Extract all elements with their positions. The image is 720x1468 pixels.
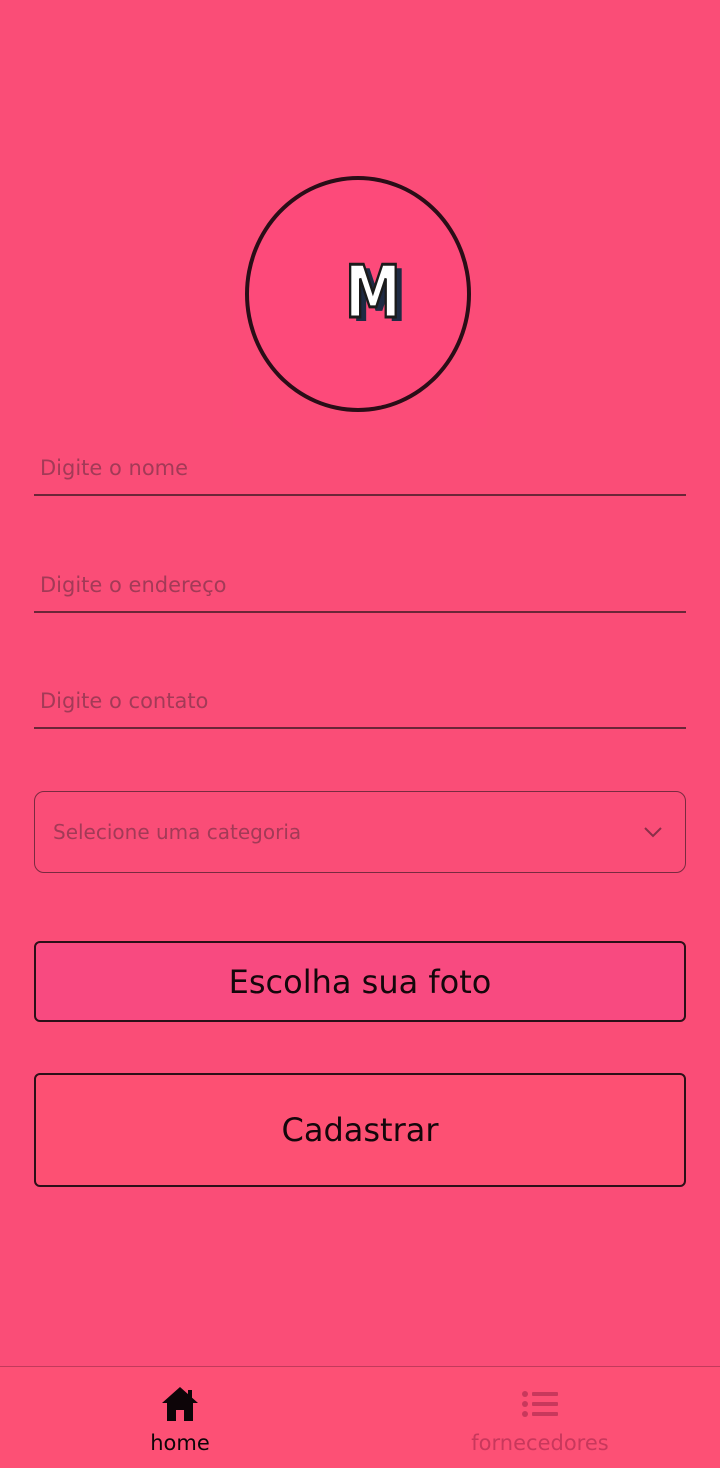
category-select-placeholder: Selecione uma categoria [53,820,302,844]
choose-photo-button[interactable]: Escolha sua foto [34,941,686,1022]
tab-home[interactable]: home [0,1367,360,1468]
logo-circle: M M [245,176,471,412]
tab-fornecedores-label: fornecedores [471,1431,609,1455]
submit-button[interactable]: Cadastrar [34,1073,686,1187]
list-icon [522,1391,558,1417]
address-input[interactable] [34,573,686,613]
tab-home-label: home [150,1431,210,1455]
tab-fornecedores[interactable]: fornecedores [360,1367,720,1468]
home-icon [162,1387,198,1421]
app-logo: M M [233,174,487,428]
logo-letter: M [344,250,402,334]
bottom-tab-bar: home fornecedores [0,1366,720,1468]
name-input[interactable] [34,456,686,496]
category-select[interactable]: Selecione uma categoria [34,791,686,873]
chevron-down-icon [644,827,662,838]
contact-input[interactable] [34,689,686,729]
